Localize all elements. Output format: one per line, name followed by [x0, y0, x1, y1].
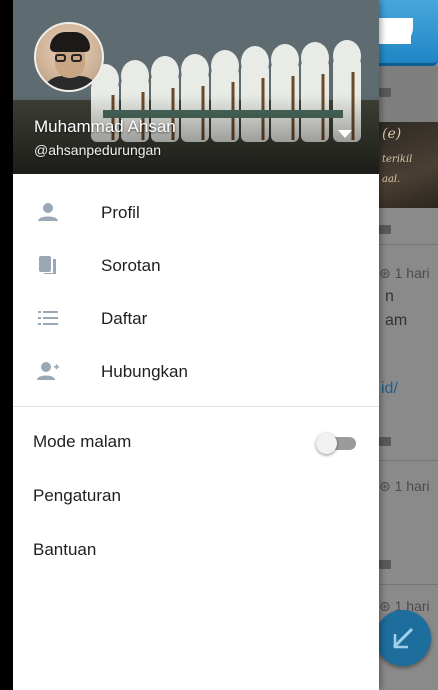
drawer-header[interactable]: Muhammad Ahsan @ahsanpedurungan	[13, 0, 379, 174]
menu-item-label: Hubungkan	[101, 361, 188, 381]
drawer-menu: Profil Sorotan Daftar Hubungkan	[13, 186, 379, 398]
tweet-link[interactable]: id/	[381, 380, 398, 398]
menu-item-label: Daftar	[101, 308, 148, 328]
add-person-icon	[37, 362, 59, 380]
menu-item-label: Profil	[101, 202, 140, 222]
person-icon	[38, 203, 58, 221]
menu-item-sorotan[interactable]: Sorotan	[13, 239, 379, 292]
night-mode-toggle[interactable]	[316, 433, 356, 454]
menu-item-daftar[interactable]: Daftar	[13, 292, 379, 345]
mail-icon	[379, 437, 391, 446]
night-mode-row[interactable]: Mode malam	[13, 415, 379, 469]
drawer-divider	[13, 406, 379, 407]
tweet-text: am	[385, 312, 408, 329]
settings-label: Pengaturan	[33, 486, 121, 505]
help-link[interactable]: Bantuan	[13, 523, 379, 577]
menu-item-label: Sorotan	[101, 255, 161, 275]
tweet-timestamp: ⊛ 1 hari	[379, 478, 430, 494]
tweet-text: n	[385, 288, 394, 305]
mail-icon	[379, 225, 391, 234]
mail-icon	[379, 88, 391, 97]
image-text: (e)	[382, 126, 402, 142]
avatar[interactable]	[34, 22, 104, 92]
settings-link[interactable]: Pengaturan	[13, 469, 379, 523]
menu-item-hubungkan[interactable]: Hubungkan	[13, 345, 379, 398]
tweet-timestamp: ⊛ 1 hari	[379, 265, 430, 281]
night-mode-label: Mode malam	[33, 432, 132, 451]
profile-handle: @ahsanpedurungan	[34, 142, 162, 158]
compose-tweet-button[interactable]	[375, 610, 431, 666]
menu-item-profil[interactable]: Profil	[13, 186, 379, 239]
drawer-settings: Mode malam Pengaturan Bantuan	[13, 415, 379, 577]
caret-down-icon[interactable]	[338, 129, 352, 139]
image-text: terikil	[382, 154, 413, 165]
profile-name: Muhammad Ahsan	[34, 117, 176, 136]
image-text: aal.	[382, 174, 401, 185]
tweet-image: (e) terikil aal.	[378, 122, 438, 208]
navigation-drawer: Muhammad Ahsan @ahsanpedurungan Profil S…	[13, 0, 379, 690]
compose-icon	[392, 627, 414, 649]
list-icon	[38, 311, 58, 325]
mail-icon	[379, 560, 391, 569]
help-label: Bantuan	[33, 540, 97, 559]
moments-icon	[39, 256, 56, 274]
